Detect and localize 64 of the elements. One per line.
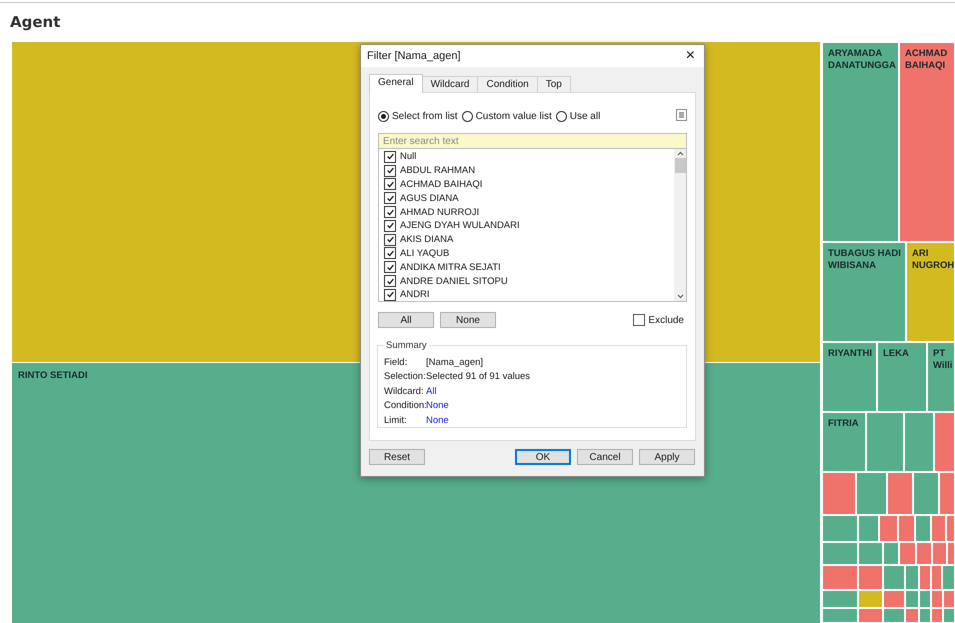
treemap-tile: RIYANTHI (822, 342, 877, 412)
treemap-tile: LEKA (877, 342, 927, 412)
summary-title: Summary (385, 340, 428, 351)
summary-label: Wildcard: (384, 386, 425, 397)
checkbox[interactable] (633, 314, 646, 326)
checkbox[interactable] (384, 150, 396, 163)
checkbox[interactable] (384, 220, 396, 232)
list-item-label[interactable]: ALI YAQUB (400, 248, 450, 259)
list-button[interactable]: None (440, 312, 496, 328)
checkbox[interactable] (384, 178, 396, 190)
checkbox[interactable] (384, 234, 396, 246)
dialog-button[interactable]: OK (515, 449, 571, 465)
treemap-tile: ARYAMADA DANATUNGGA (822, 42, 899, 242)
list-item-label[interactable]: AJENG DYAH WULANDARI (400, 220, 520, 232)
list-item-label[interactable]: Null (400, 151, 416, 162)
summary-link[interactable]: All (426, 386, 437, 397)
list-item-label[interactable]: AGUS DIANA (400, 192, 459, 204)
list-item-label[interactable]: ABDUL RAHMAN (400, 165, 476, 176)
treemap-tile: TUBAGUS HADI WIBISANA (822, 242, 906, 342)
summary-label: Limit: (384, 414, 408, 426)
treemap-tile: FITRIA (822, 412, 866, 472)
tab[interactable]: General (369, 74, 423, 93)
menu-icon[interactable] (676, 109, 687, 121)
treemap-tile: ACHMAD BAIHAQI (899, 42, 955, 242)
checkbox[interactable] (384, 164, 396, 177)
page-title: Agent (9, 12, 62, 33)
list-item-label[interactable]: ANDIKA MITRA SEJATI (400, 262, 501, 273)
list-item-label[interactable]: ANDRI (400, 289, 430, 300)
radio-button[interactable] (556, 110, 567, 122)
list-item-label[interactable]: ANDRE DANIEL SITOPU (400, 276, 508, 287)
checkbox-label[interactable]: Exclude (648, 314, 684, 326)
radio-label[interactable]: Select from list (392, 110, 458, 122)
checkbox[interactable] (384, 247, 396, 260)
summary-link[interactable]: None (426, 414, 449, 426)
radio-label[interactable]: Custom value list (476, 110, 552, 122)
scroll-thumb[interactable] (674, 158, 686, 173)
list-item-label[interactable]: ACHMAD BAIHAQI (400, 178, 482, 190)
radio-button[interactable] (378, 110, 389, 122)
dialog-button[interactable]: Reset (369, 449, 425, 465)
checkbox[interactable] (384, 288, 396, 301)
summary-label: Condition: (384, 400, 426, 412)
dialog-title: Filter [Nama_agen] (367, 50, 461, 62)
dialog-button[interactable]: Cancel (577, 449, 633, 465)
scroll-up-icon[interactable] (676, 151, 684, 156)
scroll-down-icon[interactable] (676, 294, 684, 299)
close-button[interactable]: × (682, 48, 698, 64)
treemap-tile: PT Willi (927, 342, 955, 412)
radio-button[interactable] (462, 110, 473, 122)
list-item-label[interactable]: AHMAD NURROJI (400, 206, 480, 218)
treemap-tile: ARI NUGROH (906, 242, 955, 342)
summary-label: Selection: (384, 371, 426, 382)
tab[interactable]: Top (536, 76, 571, 92)
list-button[interactable]: All (378, 312, 434, 328)
summary-value: Selected 91 of 91 values (426, 371, 530, 382)
checkbox[interactable] (384, 206, 396, 218)
checkbox[interactable] (384, 261, 396, 274)
search-field[interactable]: Enter search text (378, 133, 687, 149)
checkbox[interactable] (384, 192, 396, 204)
scrollbar[interactable] (674, 149, 686, 301)
checkbox[interactable] (384, 275, 396, 288)
radio-label[interactable]: Use all (570, 110, 600, 122)
list-item-label[interactable]: AKIS DIANA (400, 234, 454, 246)
dialog-button[interactable]: Apply (639, 449, 695, 465)
summary-link[interactable]: None (426, 400, 449, 412)
